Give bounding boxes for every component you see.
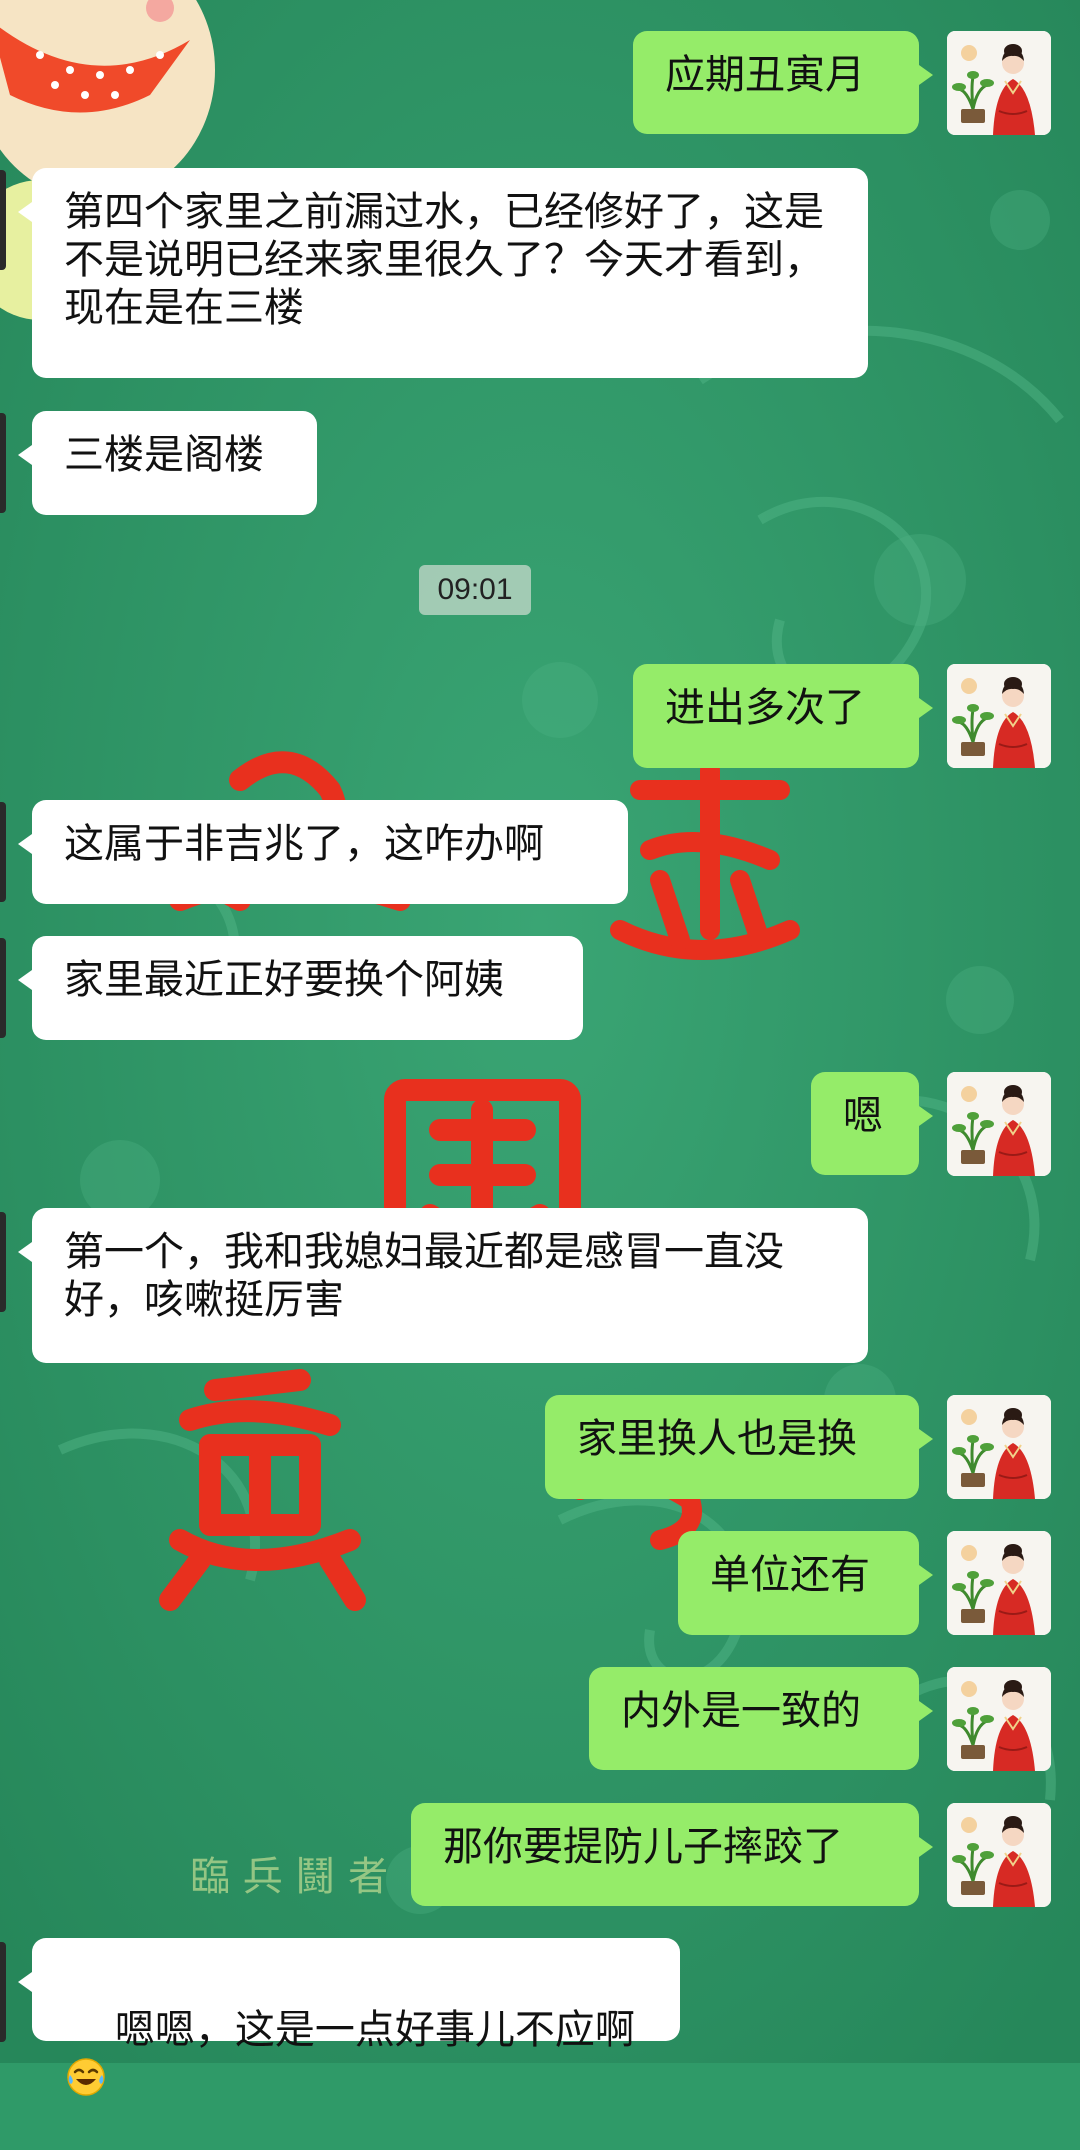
contact-avatar[interactable] <box>0 170 6 270</box>
user-avatar[interactable] <box>947 1531 1051 1635</box>
message-text: 嗯嗯，这是一点好事儿不应啊 <box>114 2007 635 2053</box>
outgoing-message-bubble[interactable]: 单位还有 <box>678 1531 933 1635</box>
incoming-message-bubble[interactable]: 第一个，我和我媳妇最近都是感冒一直没好，咳嗽挺厉害 <box>18 1208 868 1363</box>
outgoing-message-bubble[interactable]: 应期丑寅月 <box>633 31 933 134</box>
user-avatar[interactable] <box>947 1803 1051 1907</box>
contact-avatar[interactable] <box>0 413 6 513</box>
outgoing-message-bubble[interactable]: 进出多次了 <box>633 664 933 768</box>
outgoing-message-bubble[interactable]: 家里换人也是换 <box>545 1395 933 1499</box>
incoming-message-bubble[interactable]: 嗯嗯，这是一点好事儿不应啊 <box>18 1938 680 2096</box>
message-timestamp: 09:01 <box>419 565 531 615</box>
contact-avatar[interactable] <box>0 1212 6 1312</box>
contact-avatar[interactable] <box>0 802 6 902</box>
user-avatar[interactable] <box>947 1072 1051 1176</box>
user-avatar[interactable] <box>947 1395 1051 1499</box>
contact-avatar[interactable] <box>0 1942 6 2042</box>
user-avatar[interactable] <box>947 1667 1051 1771</box>
outgoing-message-bubble[interactable]: 内外是一致的 <box>589 1667 933 1770</box>
incoming-message-bubble[interactable]: 第四个家里之前漏过水，已经修好了，这是不是说明已经来家里很久了？今天才看到，现在… <box>18 168 868 378</box>
incoming-message-bubble[interactable]: 三楼是阁楼 <box>18 411 317 515</box>
user-avatar[interactable] <box>947 664 1051 768</box>
incoming-message-bubble[interactable]: 这属于非吉兆了，这咋办啊 <box>18 800 628 904</box>
incoming-message-bubble[interactable]: 家里最近正好要换个阿姨 <box>18 936 583 1040</box>
outgoing-message-bubble[interactable]: 那你要提防儿子摔跤了 <box>411 1803 933 1906</box>
outgoing-message-bubble[interactable]: 嗯 <box>811 1072 933 1175</box>
crying-laughing-emoji-icon <box>67 2058 105 2096</box>
contact-avatar[interactable] <box>0 938 6 1038</box>
user-avatar[interactable] <box>947 31 1051 135</box>
background-art-text: 臨 兵 鬪 者 <box>190 1854 388 1900</box>
